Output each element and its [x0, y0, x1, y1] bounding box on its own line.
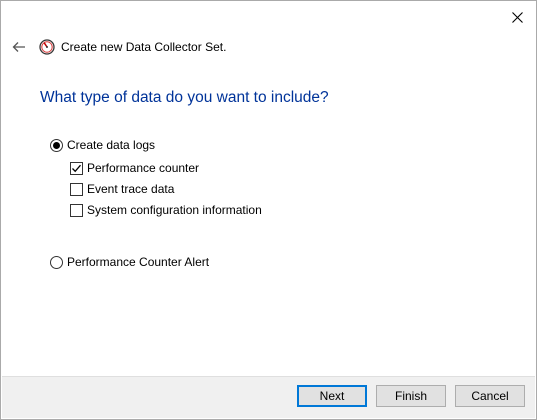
finish-button[interactable]: Finish: [376, 385, 446, 407]
page-heading: What type of data do you want to include…: [40, 89, 329, 106]
checkmark-icon: [72, 164, 81, 172]
dialog-title: Create new Data Collector Set.: [61, 40, 227, 54]
performance-counter-alert-radio[interactable]: Performance Counter Alert: [50, 255, 209, 269]
dialog-window: Create new Data Collector Set. What type…: [0, 0, 537, 420]
checkbox-indicator: [70, 203, 83, 217]
performance-counter-checkbox[interactable]: Performance counter: [70, 161, 199, 175]
event-trace-data-label: Event trace data: [87, 182, 175, 196]
system-configuration-label: System configuration information: [87, 203, 262, 217]
performance-counter-label: Performance counter: [87, 161, 200, 175]
close-icon: [511, 11, 523, 23]
radio-indicator: [50, 138, 63, 152]
create-data-logs-label: Create data logs: [67, 138, 156, 152]
back-button[interactable]: [11, 39, 27, 55]
system-configuration-checkbox[interactable]: System configuration information: [70, 203, 262, 217]
back-arrow-icon: [12, 42, 25, 52]
event-trace-data-checkbox[interactable]: Event trace data: [70, 182, 174, 196]
checkbox-indicator: [70, 161, 83, 175]
performance-monitor-icon: [39, 39, 55, 55]
radio-indicator: [50, 255, 63, 269]
close-button[interactable]: [506, 7, 528, 27]
performance-counter-alert-label: Performance Counter Alert: [67, 255, 210, 269]
button-bar: Next Finish Cancel: [2, 376, 535, 418]
create-data-logs-radio[interactable]: Create data logs: [50, 138, 155, 152]
dialog-header: Create new Data Collector Set.: [11, 37, 226, 57]
cancel-button[interactable]: Cancel: [455, 385, 525, 407]
checkbox-indicator: [70, 182, 83, 196]
next-button[interactable]: Next: [297, 385, 367, 407]
